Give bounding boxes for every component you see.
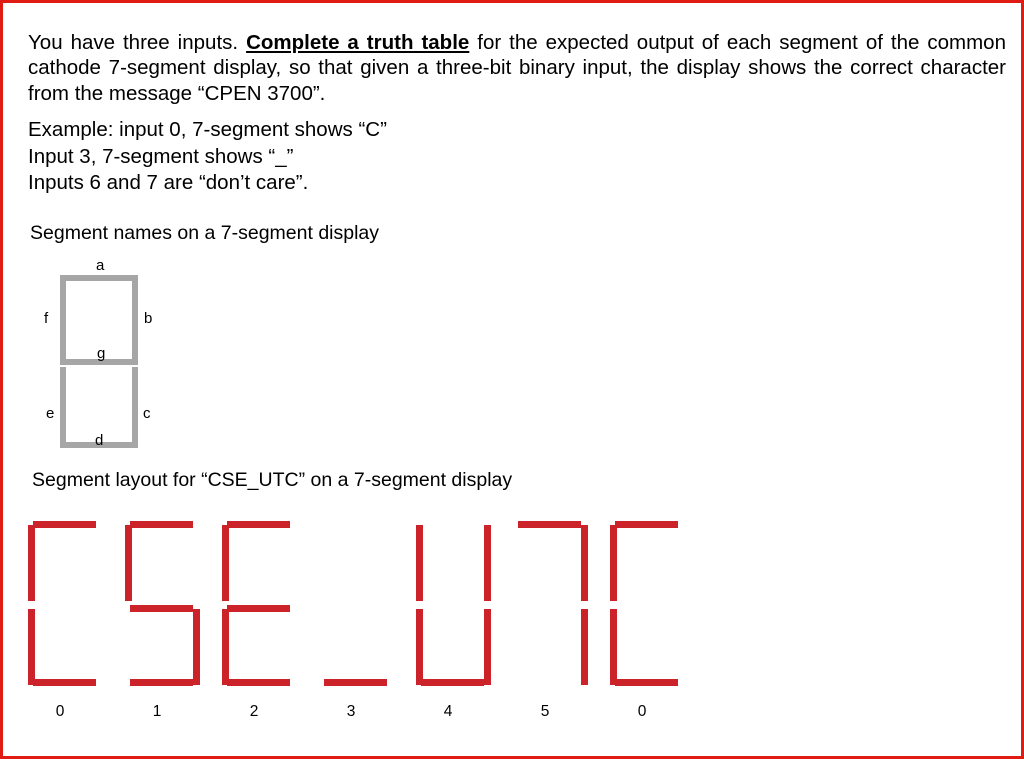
- segment-bar-f: [60, 281, 66, 359]
- segment-bar-e: [60, 367, 66, 445]
- display-segment-g: [130, 605, 193, 612]
- display-segment-f: [416, 525, 423, 601]
- display-segment-d: [615, 679, 678, 686]
- display-segment-f: [222, 525, 229, 601]
- seven-segment-digit: 3: [316, 503, 426, 720]
- display-segment-e: [416, 609, 423, 685]
- display-segment-f: [28, 525, 35, 601]
- examples-block: Example: input 0, 7-segment shows “C” In…: [28, 117, 387, 197]
- segment-label-b: b: [144, 310, 153, 327]
- digit-input-label: 4: [443, 703, 453, 720]
- seven-segment-digit: 0: [607, 503, 717, 720]
- segment-label-g: g: [97, 345, 106, 362]
- segment-label-a: a: [96, 257, 105, 274]
- display-segment-b: [581, 525, 588, 601]
- display-segment-d: [33, 679, 96, 686]
- segment-label-f: f: [44, 310, 49, 327]
- segment-bar-b: [132, 281, 138, 359]
- display-segment-f: [610, 525, 617, 601]
- seven-segment-digit: 2: [219, 503, 329, 720]
- display-segment-d: [324, 679, 387, 686]
- segment-label-e: e: [46, 405, 55, 422]
- display-segment-a: [227, 521, 290, 528]
- slide-page: You have three inputs. Complete a truth …: [0, 0, 1024, 759]
- display-segment-c: [484, 609, 491, 685]
- digit-input-label: 5: [540, 703, 550, 720]
- segment-bar-c: [132, 367, 138, 445]
- display-segment-a: [130, 521, 193, 528]
- display-segment-a: [518, 521, 581, 528]
- heading-segment-names: Segment names on a 7-segment display: [30, 222, 380, 244]
- segment-label-d: d: [95, 432, 104, 449]
- display-segment-e: [28, 609, 35, 685]
- seven-segment-display-row: 0 1 2 3 4 5 0: [3, 503, 1024, 743]
- seven-segment-digit: 0: [25, 503, 135, 720]
- digit-input-label: 2: [249, 703, 259, 720]
- seven-segment-digit: 1: [122, 503, 232, 720]
- display-segment-e: [222, 609, 229, 685]
- heading-segment-layout: Segment layout for “CSE_UTC” on a 7-segm…: [32, 469, 513, 491]
- display-segment-d: [421, 679, 484, 686]
- display-segment-f: [125, 525, 132, 601]
- display-segment-a: [615, 521, 678, 528]
- display-segment-c: [581, 609, 588, 685]
- display-segment-a: [33, 521, 96, 528]
- seven-segment-digit: 5: [510, 503, 620, 720]
- example-line-3: Inputs 6 and 7 are “don’t care”.: [28, 171, 309, 194]
- intro-text-part1: You have three inputs.: [28, 30, 247, 54]
- example-line-1: Example: input 0, 7-segment shows “C”: [28, 118, 387, 141]
- digit-input-label: 0: [637, 703, 647, 720]
- display-segment-d: [130, 679, 193, 686]
- segment-bar-a: [60, 275, 138, 281]
- digit-input-label: 0: [55, 703, 65, 720]
- intro-paragraph: You have three inputs. Complete a truth …: [28, 30, 1006, 107]
- seven-segment-digit: 4: [413, 503, 523, 720]
- display-segment-g: [227, 605, 290, 612]
- example-line-2: Input 3, 7-segment shows “_”: [28, 144, 294, 168]
- segment-names-diagram: a b c d e f g: [3, 248, 233, 463]
- digit-input-label: 1: [152, 703, 162, 720]
- digit-input-label: 3: [346, 703, 356, 720]
- display-segment-e: [610, 609, 617, 685]
- intro-emphasis: Complete a truth table: [246, 30, 470, 54]
- display-segment-c: [193, 609, 200, 685]
- display-segment-d: [227, 679, 290, 686]
- segment-label-c: c: [143, 405, 151, 422]
- display-segment-b: [484, 525, 491, 601]
